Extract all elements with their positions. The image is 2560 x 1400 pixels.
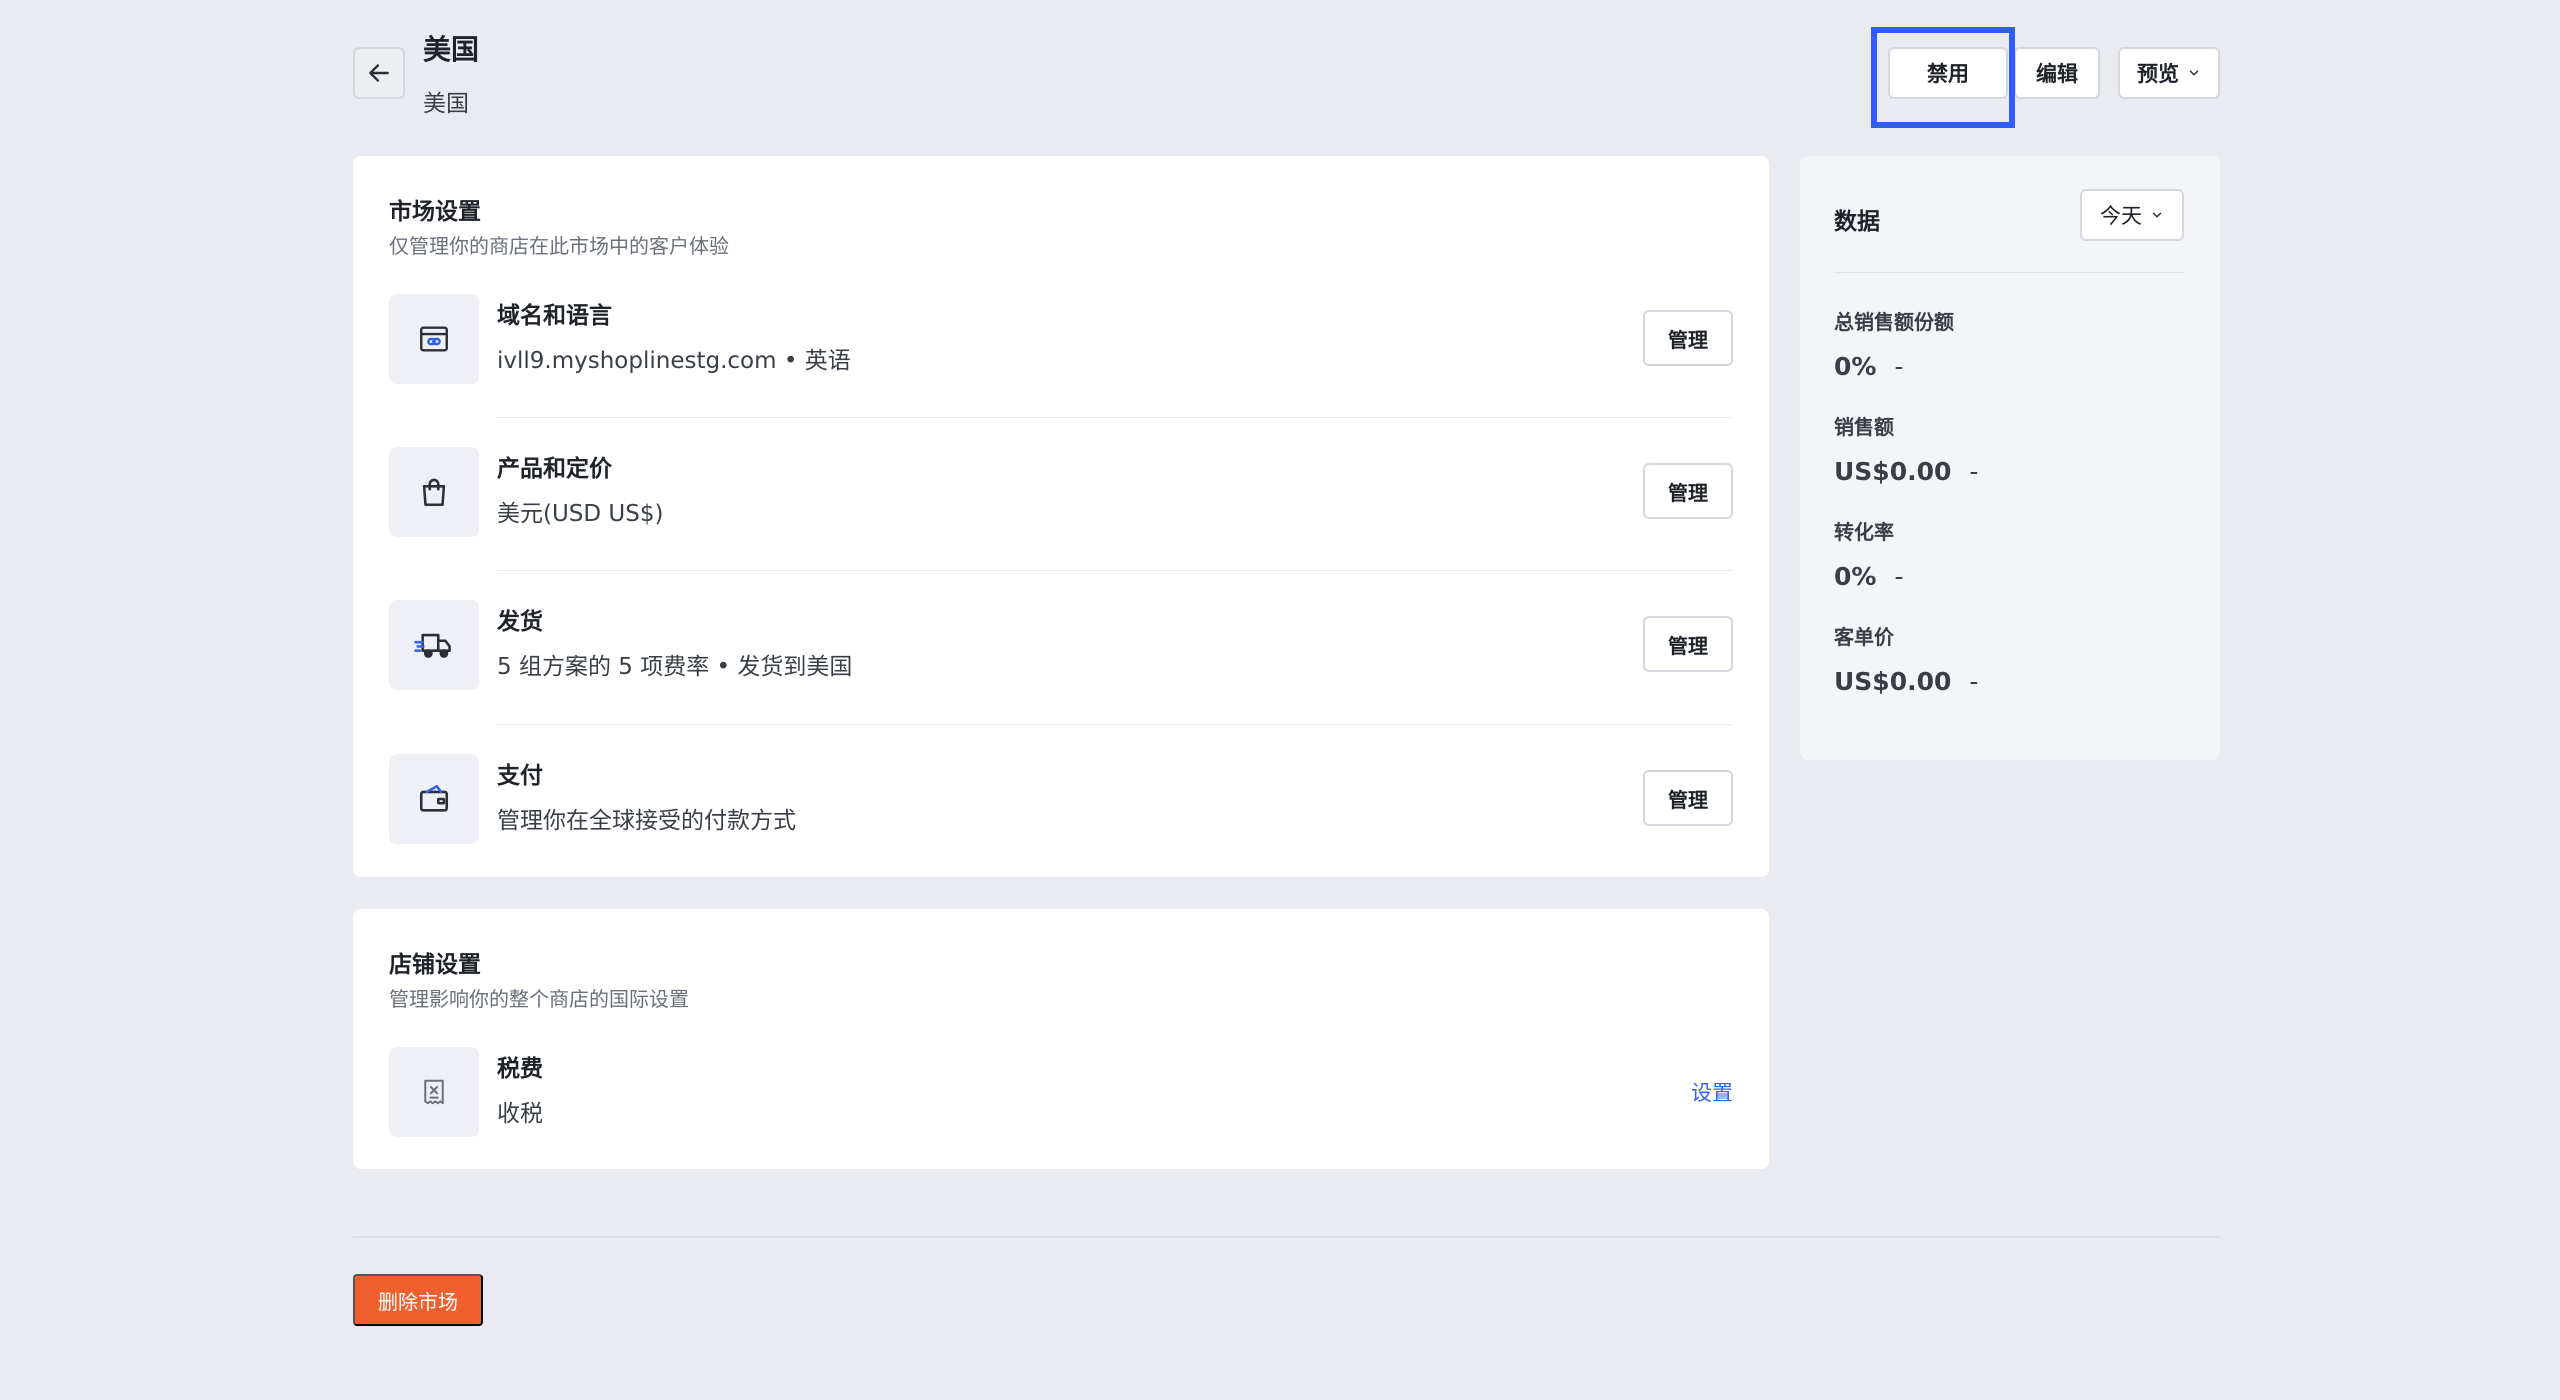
page-subtitle: 美国 — [423, 91, 469, 117]
back-button[interactable] — [353, 47, 405, 99]
chevron-down-icon — [2187, 66, 2201, 80]
disable-button[interactable]: 禁用 — [1888, 47, 2008, 99]
page-title: 美国 — [423, 33, 480, 66]
list-item-payments: 支付 管理你在全球接受的付款方式 管理 — [389, 754, 1733, 844]
browser-link-icon — [389, 294, 479, 384]
preview-dropdown-button[interactable]: 预览 — [2118, 47, 2220, 99]
row-title: 支付 — [497, 763, 543, 789]
metric-value-sales-share: 0% - — [1834, 352, 1903, 381]
metric-change: - — [1969, 667, 1979, 696]
row-title: 域名和语言 — [497, 303, 612, 329]
list-item-products-pricing: 产品和定价 美元(USD US$) 管理 — [389, 447, 1733, 537]
list-item-taxes: 税费 收税 — [389, 1047, 1733, 1137]
metric-label: 销售额 — [1834, 415, 1894, 439]
list-item-domain-language: 域名和语言 ivll9.myshoplinestg.com • 英语 管理 — [389, 294, 1733, 384]
divider — [497, 724, 1733, 725]
preview-button-label: 预览 — [2137, 63, 2179, 86]
market-settings-title: 市场设置 — [389, 199, 481, 225]
delete-market-button[interactable]: 删除市场 — [353, 1274, 483, 1326]
list-item-shipping: 发货 5 组方案的 5 项费率 • 发货到美国 管理 — [389, 600, 1733, 690]
footer-divider — [353, 1236, 2220, 1238]
metric-value-conversion: 0% - — [1834, 562, 1903, 591]
data-panel: 数据 今天 总销售额份额 0% - 销售额 US$0.00- 转化率 0% - 客单… — [1800, 156, 2220, 760]
metric-change: - — [1894, 352, 1904, 381]
divider — [497, 417, 1733, 418]
row-description: ivll9.myshoplinestg.com • 英语 — [497, 348, 851, 374]
arrow-left-icon — [366, 60, 392, 86]
shopping-bag-icon — [389, 447, 479, 537]
metric-value-sales: US$0.00- — [1834, 457, 1978, 486]
tax-settings-link[interactable]: 设置 — [1691, 1077, 1733, 1107]
date-range-select[interactable]: 今天 — [2080, 189, 2184, 241]
metric-value: US$0.00 — [1834, 457, 1952, 486]
market-settings-description: 仅管理你的商店在此市场中的客户体验 — [389, 234, 729, 258]
row-title: 发货 — [497, 609, 543, 635]
divider — [1834, 272, 2184, 273]
data-panel-title: 数据 — [1834, 209, 1880, 235]
metric-change: - — [1894, 562, 1904, 591]
disable-button-label: 禁用 — [1927, 63, 1969, 86]
metric-value: 0% — [1834, 562, 1877, 591]
manage-payments-button[interactable]: 管理 — [1643, 770, 1733, 826]
date-range-label: 今天 — [2100, 205, 2142, 228]
row-description: 5 组方案的 5 项费率 • 发货到美国 — [497, 654, 853, 680]
row-description: 美元(USD US$) — [497, 501, 664, 527]
row-description: 收税 — [497, 1101, 543, 1127]
store-settings-title: 店铺设置 — [389, 952, 481, 978]
metric-change: - — [1969, 457, 1979, 486]
chevron-down-icon — [2150, 208, 2164, 222]
metric-value: US$0.00 — [1834, 667, 1952, 696]
metric-value-aov: US$0.00- — [1834, 667, 1978, 696]
row-title: 税费 — [497, 1056, 543, 1082]
receipt-tax-icon — [389, 1047, 479, 1137]
store-settings-description: 管理影响你的整个商店的国际设置 — [389, 987, 689, 1011]
edit-button-label: 编辑 — [2036, 63, 2078, 86]
divider — [497, 570, 1733, 571]
manage-products-button[interactable]: 管理 — [1643, 463, 1733, 519]
metric-label: 总销售额份额 — [1834, 310, 1954, 334]
metric-value: 0% — [1834, 352, 1877, 381]
wallet-icon — [389, 754, 479, 844]
manage-shipping-button[interactable]: 管理 — [1643, 616, 1733, 672]
row-title: 产品和定价 — [497, 456, 612, 482]
market-detail-page: 美国 美国 禁用 编辑 预览 市场设置 仅管理你的商店在此市场中的客户体验 域名… — [0, 0, 2560, 1400]
metric-label: 转化率 — [1834, 520, 1894, 544]
edit-button[interactable]: 编辑 — [2014, 47, 2100, 99]
market-settings-card: 市场设置 仅管理你的商店在此市场中的客户体验 域名和语言 ivll9.mysho… — [353, 156, 1769, 877]
delivery-truck-icon — [389, 600, 479, 690]
manage-domain-button[interactable]: 管理 — [1643, 310, 1733, 366]
metric-label: 客单价 — [1834, 625, 1894, 649]
row-description: 管理你在全球接受的付款方式 — [497, 808, 796, 834]
store-settings-card: 店铺设置 管理影响你的整个商店的国际设置 税费 收税 设置 — [353, 909, 1769, 1169]
